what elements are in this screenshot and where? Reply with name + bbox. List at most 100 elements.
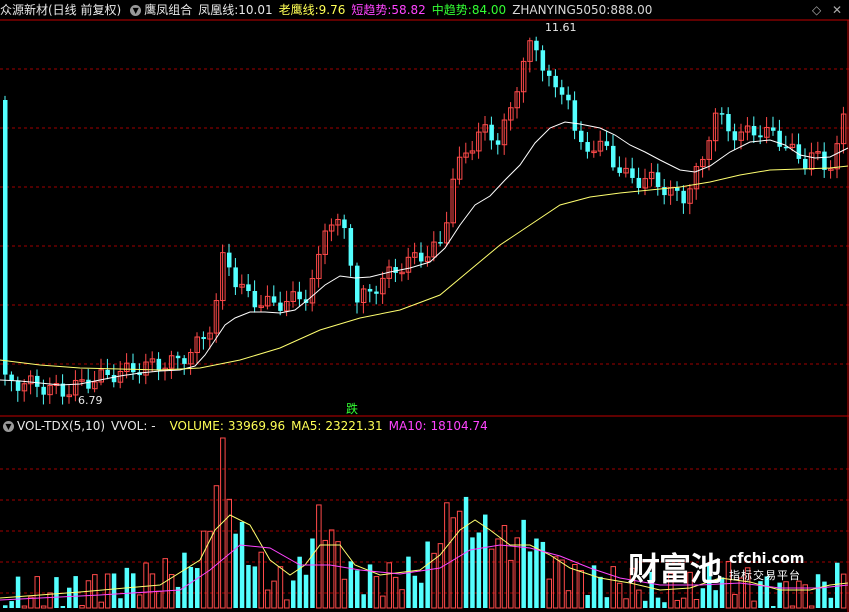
volume-bar <box>662 602 667 608</box>
volume-bar <box>527 551 533 608</box>
candle-body <box>342 219 347 229</box>
volume-bar <box>328 529 335 609</box>
volume-bar <box>47 592 53 609</box>
volume-bar <box>623 598 629 609</box>
candle-body <box>566 94 571 101</box>
watermark-brand: 财富池 <box>628 550 722 588</box>
candle-body <box>579 130 584 143</box>
volume-bar <box>476 532 482 608</box>
volume-bar <box>246 564 251 608</box>
watermark-slogan: 指标交易平台 <box>729 569 802 582</box>
candle-body <box>252 290 258 308</box>
volume-bar <box>488 548 495 609</box>
price-ma-lines <box>0 121 849 386</box>
volume-bar <box>444 502 450 609</box>
volume-bar <box>195 568 200 608</box>
candle-body <box>355 265 360 303</box>
volume-bar <box>252 566 258 608</box>
volume-bar <box>40 605 47 609</box>
candle-body <box>105 369 110 376</box>
candle-body <box>182 358 187 364</box>
candle-body <box>630 168 635 178</box>
volume-bar <box>732 593 738 609</box>
candle-body <box>419 252 424 262</box>
candle-body <box>553 75 558 88</box>
candle-body <box>393 267 398 273</box>
volume-bar <box>131 573 136 608</box>
ma-white-line <box>0 121 849 386</box>
high-price-label: 11.61 <box>545 21 577 34</box>
candle-body <box>271 296 277 303</box>
ma-yellow-line <box>0 165 849 371</box>
candle-body <box>489 124 494 141</box>
candle-body <box>803 158 808 170</box>
volume-bar <box>598 576 603 608</box>
candle-body <box>374 291 379 294</box>
volume-bar <box>412 575 418 608</box>
volume-bar <box>546 578 552 609</box>
volume-bar <box>828 597 834 608</box>
volume-bar <box>284 599 290 609</box>
volume-bar <box>425 541 430 608</box>
volume-bar <box>188 566 194 608</box>
candle-body <box>681 190 686 204</box>
volume-bar <box>34 576 40 609</box>
stock-chart[interactable]: 11.61 6.79 跌 <box>0 0 849 612</box>
candle-body <box>3 100 8 375</box>
volume-bar <box>514 537 520 609</box>
candle-body <box>9 374 14 381</box>
candle-body <box>559 87 565 95</box>
volume-bar <box>149 573 156 609</box>
volume-bar <box>508 559 514 609</box>
volume-bar <box>399 589 405 609</box>
candle-body <box>348 228 354 266</box>
candle-body <box>86 379 91 389</box>
volume-bar <box>85 580 92 609</box>
candle-body <box>175 355 181 359</box>
volume-bar <box>9 601 14 608</box>
candle-body <box>41 386 46 395</box>
volume-bar <box>585 595 590 608</box>
volume-bar <box>310 538 315 608</box>
volume-bar <box>373 576 380 609</box>
volume-bar <box>3 605 8 608</box>
volume-bar <box>271 580 277 609</box>
cfchi-watermark: 财富池 cfchi.com 指标交易平台 <box>628 544 804 590</box>
volume-bar <box>136 594 143 609</box>
volume-bar <box>483 514 488 608</box>
volume-bar <box>239 521 245 608</box>
candle-body <box>796 144 802 159</box>
volume-bar <box>808 605 815 609</box>
candle-body <box>540 50 546 71</box>
volume-bar <box>200 530 207 609</box>
volume-bar <box>258 551 264 609</box>
volume-bar <box>67 587 72 608</box>
candle-body <box>758 135 763 138</box>
volume-bar <box>771 606 776 608</box>
candle-body <box>751 126 757 136</box>
volume-bar <box>60 606 66 608</box>
candle-body <box>367 288 373 292</box>
candle-body <box>60 383 66 397</box>
volume-bar <box>572 564 578 609</box>
candle-body <box>617 167 622 173</box>
volume-bar <box>751 600 757 609</box>
volume-bar <box>521 519 526 608</box>
volume-bar <box>182 552 187 608</box>
volume-bar <box>604 597 610 608</box>
volume-bar <box>495 538 501 609</box>
volume-bar <box>291 580 296 608</box>
candle-body <box>438 242 443 244</box>
volume-bar <box>118 598 123 608</box>
watermark-url: cfchi.com <box>729 551 805 567</box>
candle-body <box>227 252 232 268</box>
candle-body <box>732 131 738 141</box>
volume-bar <box>680 597 687 609</box>
candle-body <box>822 151 827 170</box>
volume-bar <box>355 570 360 608</box>
volume-bar <box>111 573 117 608</box>
candle-body <box>604 141 610 146</box>
candle-body <box>719 113 725 115</box>
volume-bar <box>470 537 475 608</box>
candle-body <box>15 380 21 391</box>
